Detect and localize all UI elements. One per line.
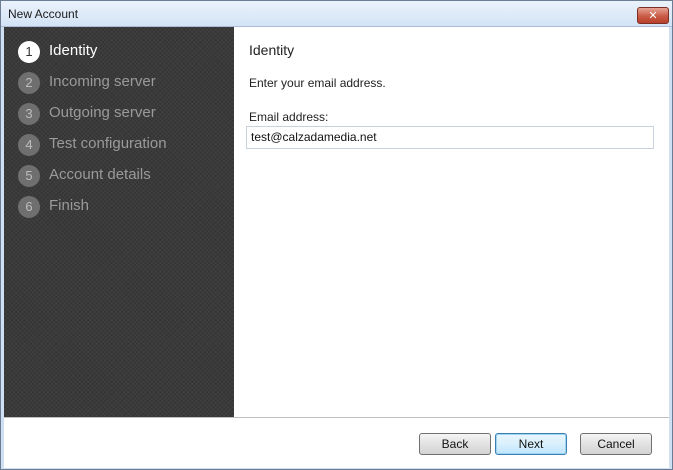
step-outgoing-server: 3 Outgoing server [18, 101, 228, 127]
step-number-badge: 4 [18, 134, 40, 156]
step-identity: 1 Identity [18, 39, 228, 65]
email-field[interactable]: test@calzadamedia.net [246, 126, 654, 149]
step-label: Account details [49, 166, 151, 183]
window-title: New Account [8, 7, 79, 21]
step-test-configuration: 4 Test configuration [18, 132, 228, 158]
dialog-body: 1 Identity 2 Incoming server 3 Outgoing … [4, 27, 669, 468]
step-label: Outgoing server [49, 104, 156, 121]
step-label: Incoming server [49, 73, 156, 90]
step-label: Finish [49, 197, 90, 214]
new-account-window: New Account ✕ 1 Identity 2 Incoming serv… [0, 0, 673, 470]
instruction-text: Enter your email address. [249, 76, 386, 90]
step-number-badge: 5 [18, 165, 40, 187]
step-number-badge: 1 [18, 41, 40, 63]
page-title: Identity [249, 42, 295, 58]
step-account-details: 5 Account details [18, 163, 228, 189]
step-number-badge: 3 [18, 103, 40, 125]
close-icon[interactable]: ✕ [637, 7, 669, 24]
step-finish: 6 Finish [18, 194, 228, 220]
step-label: Identity [49, 42, 98, 59]
step-incoming-server: 2 Incoming server [18, 70, 228, 96]
cancel-button[interactable]: Cancel [580, 433, 652, 455]
wizard-steps-sidebar: 1 Identity 2 Incoming server 3 Outgoing … [4, 27, 234, 417]
title-bar[interactable]: New Account ✕ [1, 1, 672, 27]
email-label: Email address: [249, 110, 329, 124]
step-label: Test configuration [49, 135, 167, 152]
next-button[interactable]: Next [495, 433, 567, 455]
identity-panel: Identity Enter your email address. Email… [234, 27, 669, 417]
back-button[interactable]: Back [419, 433, 491, 455]
button-bar: Back Next Cancel [4, 417, 669, 468]
step-number-badge: 6 [18, 196, 40, 218]
step-number-badge: 2 [18, 72, 40, 94]
